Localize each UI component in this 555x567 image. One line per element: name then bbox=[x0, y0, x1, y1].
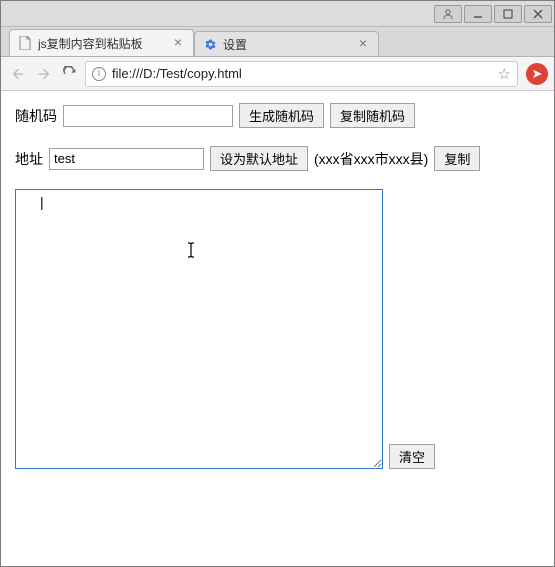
file-icon bbox=[18, 36, 32, 50]
tab-title: 设置 bbox=[223, 36, 356, 53]
close-window-button[interactable] bbox=[524, 5, 552, 23]
address-hint: (xxx省xxx市xxx县) bbox=[314, 149, 428, 169]
bookmark-star-icon[interactable]: ☆ bbox=[498, 65, 511, 83]
back-button[interactable] bbox=[7, 63, 29, 85]
minimize-button[interactable] bbox=[464, 5, 492, 23]
extension-button[interactable]: ➤ bbox=[526, 63, 548, 85]
tab-close-icon[interactable]: × bbox=[356, 37, 370, 51]
clear-button[interactable]: 清空 bbox=[389, 444, 435, 469]
random-row: 随机码 生成随机码 复制随机码 bbox=[15, 103, 540, 128]
page-content: 随机码 生成随机码 复制随机码 地址 设为默认地址 (xxx省xxx市xxx县)… bbox=[1, 91, 554, 481]
extension-glyph: ➤ bbox=[532, 66, 543, 82]
random-label: 随机码 bbox=[15, 106, 57, 126]
url-bar[interactable]: i file:///D:/Test/copy.html ☆ bbox=[85, 61, 518, 87]
tab-inactive[interactable]: 设置 × bbox=[194, 31, 379, 56]
reload-button[interactable] bbox=[59, 63, 81, 85]
titlebar bbox=[1, 1, 554, 27]
info-icon[interactable]: i bbox=[92, 67, 106, 81]
set-default-address-button[interactable]: 设为默认地址 bbox=[210, 146, 308, 171]
nav-toolbar: i file:///D:/Test/copy.html ☆ ➤ bbox=[1, 57, 554, 91]
copy-address-button[interactable]: 复制 bbox=[434, 146, 480, 171]
url-text[interactable]: file:///D:/Test/copy.html bbox=[112, 66, 492, 81]
address-input[interactable] bbox=[49, 148, 204, 170]
random-input[interactable] bbox=[63, 105, 233, 127]
maximize-button[interactable] bbox=[494, 5, 522, 23]
generate-random-button[interactable]: 生成随机码 bbox=[239, 103, 324, 128]
tab-title: js复制内容到粘贴板 bbox=[38, 35, 171, 52]
gear-icon bbox=[203, 37, 217, 51]
tab-strip: js复制内容到粘贴板 × 设置 × bbox=[1, 27, 554, 57]
address-label: 地址 bbox=[15, 149, 43, 169]
main-textarea[interactable]: | bbox=[15, 189, 383, 469]
tab-active[interactable]: js复制内容到粘贴板 × bbox=[9, 29, 194, 56]
user-menu-button[interactable] bbox=[434, 5, 462, 23]
browser-window: js复制内容到粘贴板 × 设置 × i file:///D:/Test/copy… bbox=[0, 0, 555, 567]
address-row: 地址 设为默认地址 (xxx省xxx市xxx县) 复制 bbox=[15, 146, 540, 171]
tab-close-icon[interactable]: × bbox=[171, 36, 185, 50]
textarea-row: | 清空 bbox=[15, 189, 540, 469]
forward-button[interactable] bbox=[33, 63, 55, 85]
copy-random-button[interactable]: 复制随机码 bbox=[330, 103, 415, 128]
